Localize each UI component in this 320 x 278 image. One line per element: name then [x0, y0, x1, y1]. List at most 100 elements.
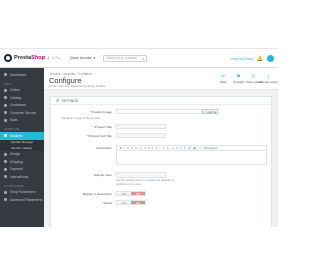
customers-icon [4, 103, 7, 107]
chevron-down-icon: ▾ [93, 56, 96, 60]
source-code-button[interactable]: <> [198, 146, 202, 150]
panel-title: SETTINGS [61, 98, 79, 103]
description-label: Description [96, 146, 112, 150]
avatar[interactable] [267, 55, 274, 62]
sidebar-section-sell: SELL [4, 81, 13, 86]
manage-hooks-button[interactable]: ⤓ Manage hooks [260, 73, 278, 85]
subscript-button[interactable]: x₂ [140, 146, 143, 150]
main-content: ⚙ SETTINGS * Product Image ▭ Add file Up… [44, 90, 278, 227]
display-yes-option[interactable]: YES [117, 192, 131, 196]
text-color-button[interactable]: A [176, 146, 178, 150]
sidebar-item-catalog[interactable]: Catalog [0, 94, 44, 102]
customer-service-icon [4, 111, 7, 115]
search-icon[interactable]: ⌕ [142, 56, 144, 61]
modules-icon [4, 134, 7, 138]
format-select[interactable]: Paragraph [204, 146, 218, 150]
display-toggle[interactable]: YES NO [116, 191, 146, 196]
display-row: Display in description YES NO [51, 191, 273, 197]
product-image-label: * Product Image [89, 110, 112, 114]
sidebar-item-dashboard[interactable]: Dashboard [0, 71, 44, 79]
paragraph-mark-button[interactable]: ¶ [184, 146, 186, 150]
product-subtitle-input[interactable] [116, 133, 166, 138]
refresh-icon: ↻ [251, 73, 256, 80]
shop-parameters-icon [4, 190, 7, 194]
prestashop-logo[interactable]: PrestaShop [4, 54, 45, 62]
display-no-option[interactable]: NO [131, 192, 145, 196]
product-image-row: * Product Image ▭ Add file [51, 109, 273, 115]
product-image-file-input[interactable] [116, 109, 202, 114]
status-toggle[interactable]: YES NO [116, 200, 146, 205]
top-bar: PrestaShop 1.7.x Quick Access ▾ Search (… [0, 49, 278, 68]
sidebar-section-configure: CONFIGURE [4, 183, 24, 188]
sidebar-item-payment[interactable]: Payment [0, 166, 44, 174]
description-row: Description B I U S x² x₂ ≡ ≡ ≡ ≡ • 1. ⇤… [51, 145, 273, 166]
sidebar-item-shop-parameters[interactable]: Shop Parameters [0, 189, 44, 197]
sidebar-item-shipping[interactable]: Shipping [0, 158, 44, 166]
status-row: Status YES NO [51, 200, 273, 206]
search-input[interactable]: Search (e.g.: product) ⌕ [103, 54, 148, 62]
settings-panel: ⚙ SETTINGS * Product Image ▭ Add file Up… [50, 96, 272, 227]
sidebar-item-customers[interactable]: Customers [0, 102, 44, 110]
sidebar-item-stats[interactable]: Stats [0, 117, 44, 125]
product-subtitle-label: * Product Sub Title [86, 134, 112, 138]
notifications-icon[interactable]: 🔔 [257, 56, 263, 62]
page-header: Module / quantity / Configure Configure … [44, 68, 278, 90]
sidebar-item-international[interactable]: International [0, 173, 44, 181]
flag-icon: ⚑ [236, 73, 241, 80]
italic-button[interactable]: I [124, 146, 125, 150]
version-label: 1.7.x [48, 56, 60, 60]
advanced-parameters-icon [4, 198, 7, 202]
search-placeholder: Search (e.g.: product) [106, 56, 138, 60]
description-editor[interactable] [116, 151, 267, 165]
background-color-button[interactable]: A [180, 146, 182, 150]
align-right-button[interactable]: ≡ [152, 146, 154, 150]
back-button[interactable]: ↶ Back [218, 73, 229, 85]
align-left-button[interactable]: ≡ [144, 146, 146, 150]
link-icon[interactable]: 🔗 [188, 146, 192, 150]
outdent-button[interactable]: ⇤ [167, 146, 170, 150]
view-shop-link[interactable]: View my shop [230, 57, 252, 61]
specific-json-help: Set the specific json to compute the qua… [116, 178, 174, 186]
quick-access-menu[interactable]: Quick Access ▾ [70, 56, 95, 60]
toolbar-actions: ↶ Back ⚑ Translate ↻ Check update ⤓ Mana… [218, 73, 278, 85]
number-list-button[interactable]: 1. [162, 146, 165, 150]
bullet-list-button[interactable]: • [159, 146, 160, 150]
status-yes-option[interactable]: YES [117, 201, 131, 205]
bold-button[interactable]: B [120, 146, 122, 150]
logo-icon [4, 54, 12, 62]
table-icon[interactable]: ▦ [193, 146, 196, 150]
sidebar-item-customer-service[interactable]: Customer Service [0, 109, 44, 117]
sidebar-item-modules[interactable]: Modules [0, 132, 44, 140]
stats-icon [4, 118, 7, 122]
page-subtitle: Order with The Required Quantity Module [50, 84, 106, 88]
align-center-button[interactable]: ≡ [148, 146, 150, 150]
panel-header: ⚙ SETTINGS [51, 97, 271, 105]
sidebar-item-orders[interactable]: Orders [0, 87, 44, 95]
align-justify-button[interactable]: ≡ [156, 146, 158, 150]
product-title-input[interactable] [116, 124, 166, 129]
catalog-icon [4, 96, 7, 100]
top-right-tools: View my shop 🔔 [230, 49, 274, 68]
product-title-label: * Product Title [92, 125, 112, 129]
folder-icon: ▭ [203, 109, 207, 114]
status-no-option[interactable]: NO [131, 201, 145, 205]
sidebar-item-design[interactable]: Design [0, 151, 44, 159]
download-icon: ⤓ [267, 73, 270, 80]
product-title-row: * Product Title [51, 124, 273, 130]
underline-button[interactable]: U [127, 146, 129, 150]
product-image-help: Upload an image of the product [61, 116, 101, 120]
translate-button[interactable]: ⚑ Translate [233, 73, 244, 85]
shipping-icon [4, 160, 7, 164]
logo-text: Presta [14, 55, 32, 61]
strike-button[interactable]: S [131, 146, 133, 150]
display-label: Display in description [82, 192, 112, 196]
superscript-button[interactable]: x² [135, 146, 138, 150]
payment-icon [4, 167, 7, 171]
indent-button[interactable]: ⇥ [171, 146, 174, 150]
check-update-button[interactable]: ↻ Check update [245, 73, 262, 85]
international-icon [4, 175, 7, 179]
logo-text-accent: Shop [31, 55, 46, 61]
sidebar-item-advanced-parameters[interactable]: Advanced Parameters [0, 196, 44, 204]
add-file-button[interactable]: ▭ Add file [202, 109, 218, 114]
product-subtitle-row: * Product Sub Title [51, 133, 273, 139]
